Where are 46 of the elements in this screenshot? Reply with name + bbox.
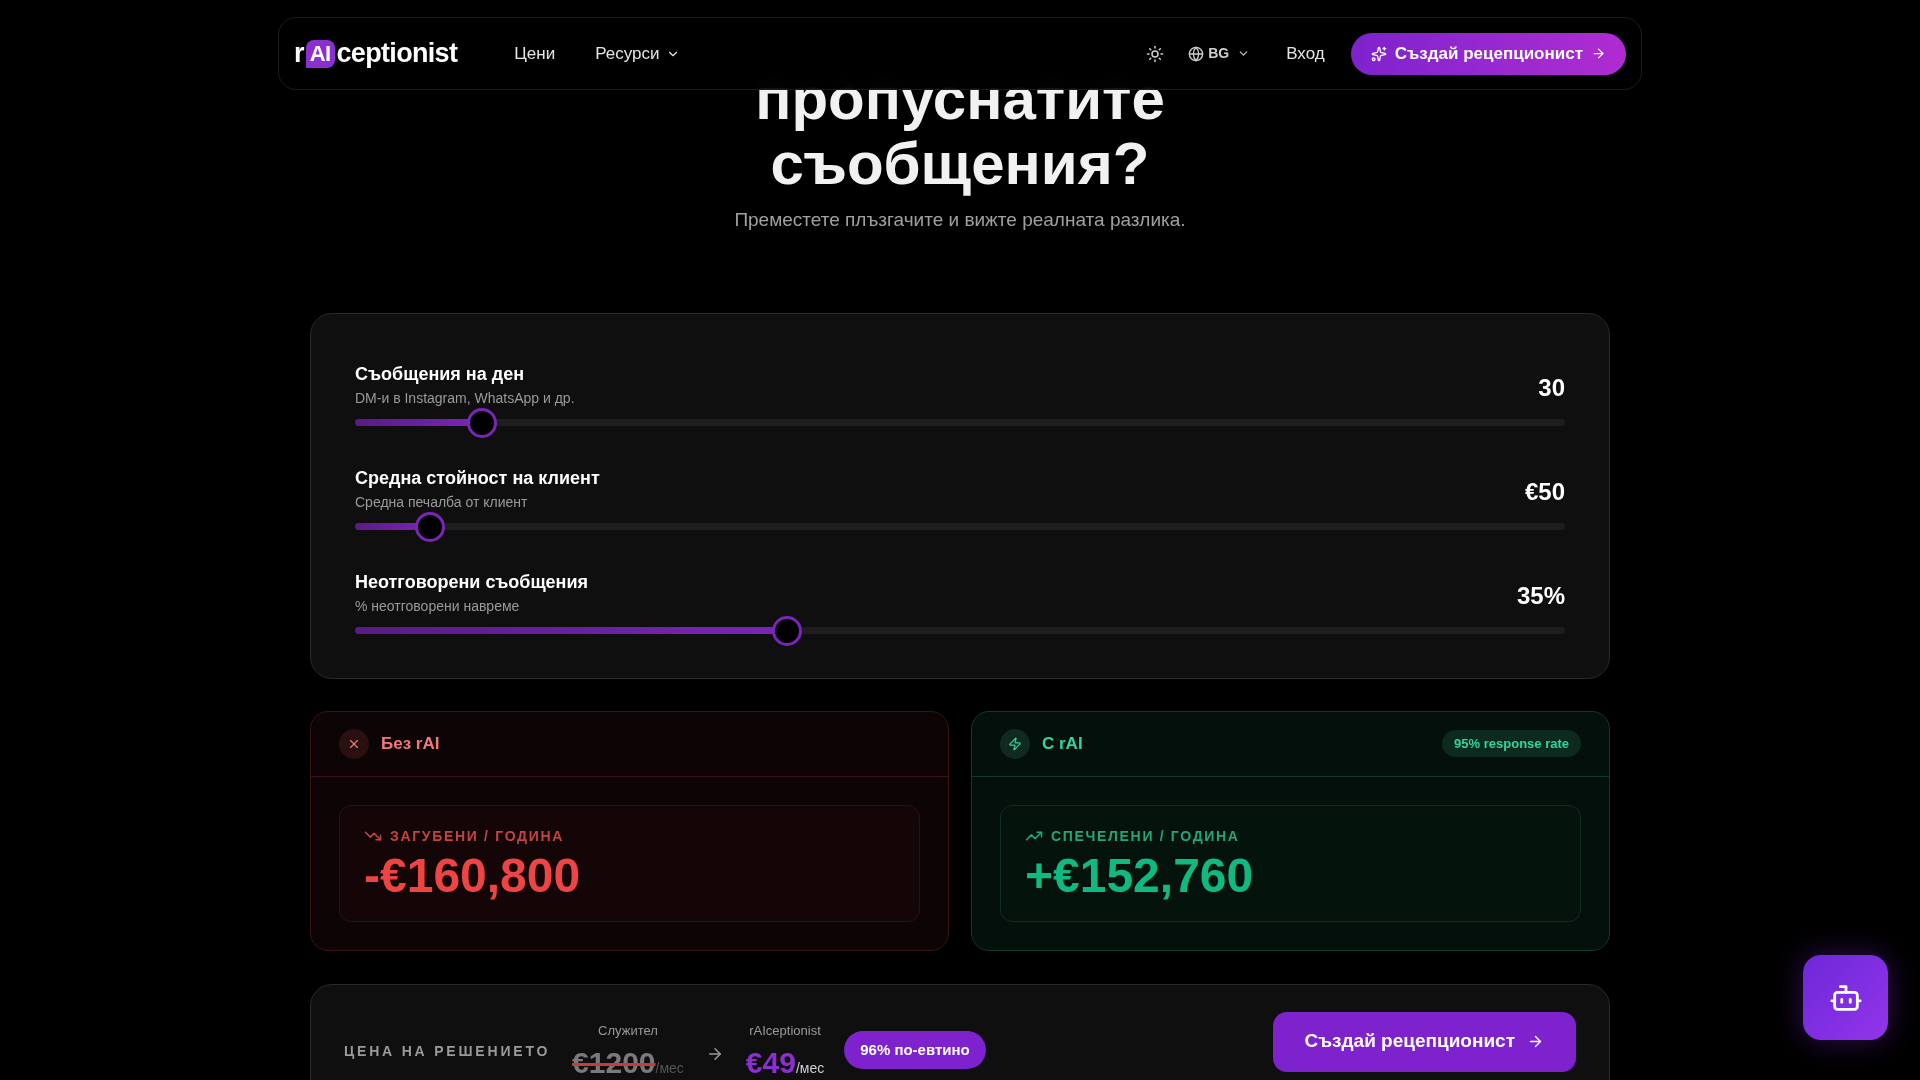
result-title: Без rAI xyxy=(381,732,440,755)
theme-toggle-icon[interactable] xyxy=(1146,44,1165,63)
slider-hint: Средна печалба от клиент xyxy=(355,492,529,512)
slider[interactable] xyxy=(355,615,1565,646)
logo[interactable]: r AI ceptionist xyxy=(294,33,458,74)
slider-thumb[interactable] xyxy=(467,407,498,438)
slider-value: 35% xyxy=(1516,580,1565,611)
new-price: €49 xyxy=(745,1045,796,1080)
price-caption: rAIceptionist xyxy=(749,1021,821,1040)
chat-bot-button[interactable] xyxy=(1803,955,1888,1040)
price-unit: /мес xyxy=(655,1060,684,1078)
slider-hint: % неотговорени навреме xyxy=(355,596,521,616)
globe-icon xyxy=(1188,45,1205,62)
slider-label: Неотговорени съобщения xyxy=(355,570,589,594)
nav-link[interactable]: Ресурси xyxy=(595,40,680,67)
metric-amount: -€160,800 xyxy=(364,847,582,904)
create-receptionist-button[interactable]: Създай рецепционист xyxy=(1350,32,1626,75)
arrow-right-icon xyxy=(1527,1033,1544,1050)
result-title: С rAI xyxy=(1042,732,1083,755)
sparkle-icon xyxy=(1370,45,1387,62)
price-unit: /мес xyxy=(795,1060,825,1078)
slider-hint: DM-и в Instagram, WhatsApp и др. xyxy=(355,388,575,408)
hero-subtitle: Преместете плъзгачите и вижте реалната разлика. xyxy=(734,208,1186,232)
slider-thumb[interactable] xyxy=(415,511,445,542)
metric-label: СПЕЧЕЛЕНИ / ГОДИНА xyxy=(1051,826,1240,846)
nav-link[interactable]: Цени xyxy=(514,40,556,67)
response-rate-badge: 95% response rate xyxy=(1442,729,1581,758)
metric-label: ЗАГУБЕНИ / ГОДИНА xyxy=(390,826,565,846)
create-receptionist-button[interactable]: Създай рецепционист xyxy=(1272,1011,1576,1072)
login-link[interactable]: Вход xyxy=(1286,40,1325,67)
hero-title: пропуснатите съобщения? xyxy=(755,66,1165,196)
price-caption: Служител xyxy=(598,1021,658,1040)
slider-value: €50 xyxy=(1524,476,1565,507)
slider[interactable] xyxy=(355,407,1565,438)
slider-label: Съобщения на ден xyxy=(355,362,526,386)
slider-thumb[interactable] xyxy=(771,615,802,646)
slider-value: 30 xyxy=(1538,372,1565,403)
slider[interactable] xyxy=(355,511,1565,542)
savings-badge: 96% по-евтино xyxy=(844,1030,986,1069)
metric-amount: +€152,760 xyxy=(1025,847,1255,904)
slider-label: Средна стойност на клиент xyxy=(355,466,600,490)
pricing-label: ЦЕНА НА РЕШЕНИЕТО xyxy=(344,1041,551,1061)
language-selector[interactable]: BG xyxy=(1188,43,1251,64)
lightning-icon xyxy=(1000,728,1030,759)
close-icon xyxy=(339,728,369,759)
arrow-right-icon xyxy=(1591,46,1606,61)
